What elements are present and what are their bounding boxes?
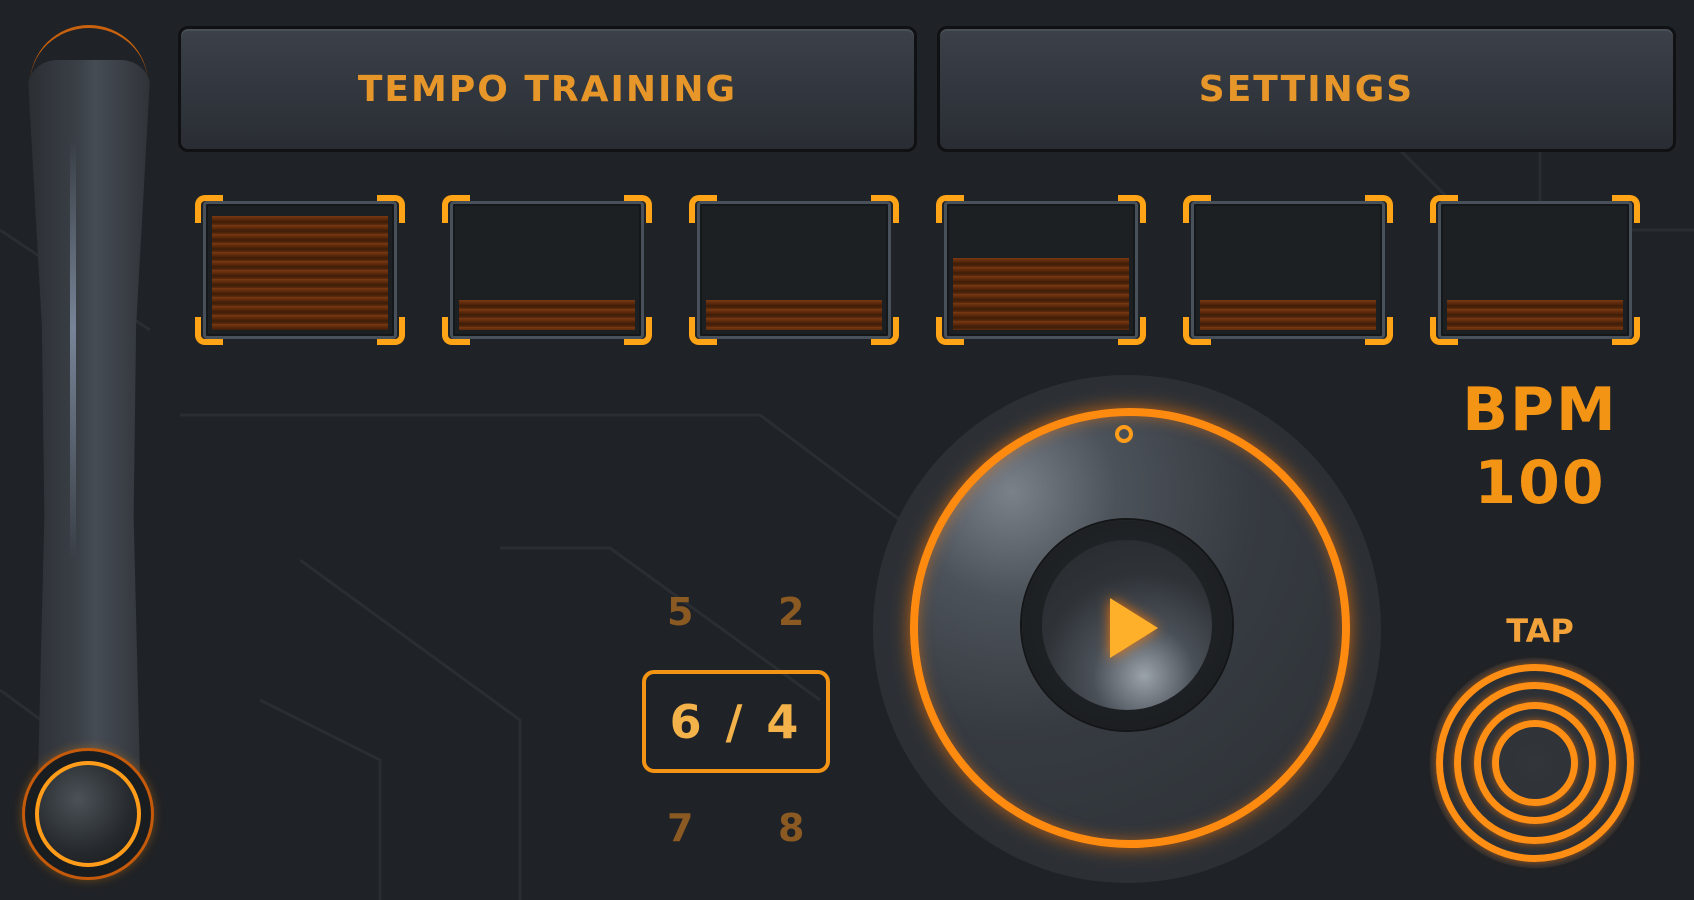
beat-corner-bracket — [1118, 195, 1146, 223]
beat-level-fill — [953, 258, 1129, 330]
slider-highlight — [70, 140, 76, 560]
time-sig-option-top-left[interactable]: 5 — [667, 590, 693, 634]
beat-corner-bracket — [1365, 195, 1393, 223]
settings-button[interactable]: SETTINGS — [937, 26, 1676, 152]
beat-accent-3[interactable] — [689, 195, 899, 345]
volume-slider-knob[interactable] — [22, 748, 154, 880]
beat-corner-bracket — [936, 195, 964, 223]
time-sig-option-top-right[interactable]: 2 — [778, 590, 804, 634]
beat-frame — [1438, 201, 1632, 339]
beat-frame — [450, 201, 644, 339]
beat-frame — [203, 201, 397, 339]
beat-corner-bracket — [1612, 317, 1640, 345]
beat-corner-bracket — [689, 317, 717, 345]
beat-accent-1[interactable] — [195, 195, 405, 345]
beat-corner-bracket — [1430, 195, 1458, 223]
tempo-training-button[interactable]: TEMPO TRAINING — [178, 26, 917, 152]
tap-label: TAP — [1506, 612, 1574, 650]
beat-frame — [944, 201, 1138, 339]
beat-corner-bracket — [1612, 195, 1640, 223]
beat-frame — [1191, 201, 1385, 339]
time-signature-selector[interactable]: 6 / 4 — [642, 670, 830, 773]
play-button-face — [1042, 540, 1212, 710]
beat-level-fill — [1447, 300, 1623, 330]
beat-corner-bracket — [871, 195, 899, 223]
beat-corner-bracket — [871, 317, 899, 345]
volume-slider-track[interactable] — [27, 60, 151, 820]
beat-corner-bracket — [377, 195, 405, 223]
beat-corner-bracket — [442, 195, 470, 223]
time-sig-option-bottom-left[interactable]: 7 — [667, 806, 693, 850]
time-sig-option-bottom-right[interactable]: 8 — [778, 806, 804, 850]
beat-corner-bracket — [1365, 317, 1393, 345]
beat-corner-bracket — [195, 195, 223, 223]
beat-corner-bracket — [1118, 317, 1146, 345]
beat-level-fill — [1200, 300, 1376, 330]
dial-position-indicator — [1115, 425, 1133, 443]
tap-button[interactable] — [1430, 658, 1640, 868]
beat-corner-bracket — [936, 317, 964, 345]
beat-corner-bracket — [377, 317, 405, 345]
beat-corner-bracket — [1430, 317, 1458, 345]
beat-accent-5[interactable] — [1183, 195, 1393, 345]
play-button[interactable] — [1022, 520, 1232, 730]
play-icon — [1110, 598, 1158, 658]
beat-corner-bracket — [1183, 317, 1211, 345]
beat-level-fill — [706, 300, 882, 330]
beat-corner-bracket — [624, 317, 652, 345]
beat-accent-4[interactable] — [936, 195, 1146, 345]
beat-corner-bracket — [1183, 195, 1211, 223]
beat-accent-6[interactable] — [1430, 195, 1640, 345]
tap-ring-4 — [1492, 720, 1578, 806]
beat-corner-bracket — [689, 195, 717, 223]
beat-corner-bracket — [442, 317, 470, 345]
beat-accent-2[interactable] — [442, 195, 652, 345]
beat-frame — [697, 201, 891, 339]
beat-corner-bracket — [624, 195, 652, 223]
beat-level-fill — [212, 216, 388, 330]
beat-corner-bracket — [195, 317, 223, 345]
bpm-label: BPM — [1462, 375, 1618, 445]
bpm-value: 100 — [1474, 448, 1606, 518]
beat-level-fill — [459, 300, 635, 330]
